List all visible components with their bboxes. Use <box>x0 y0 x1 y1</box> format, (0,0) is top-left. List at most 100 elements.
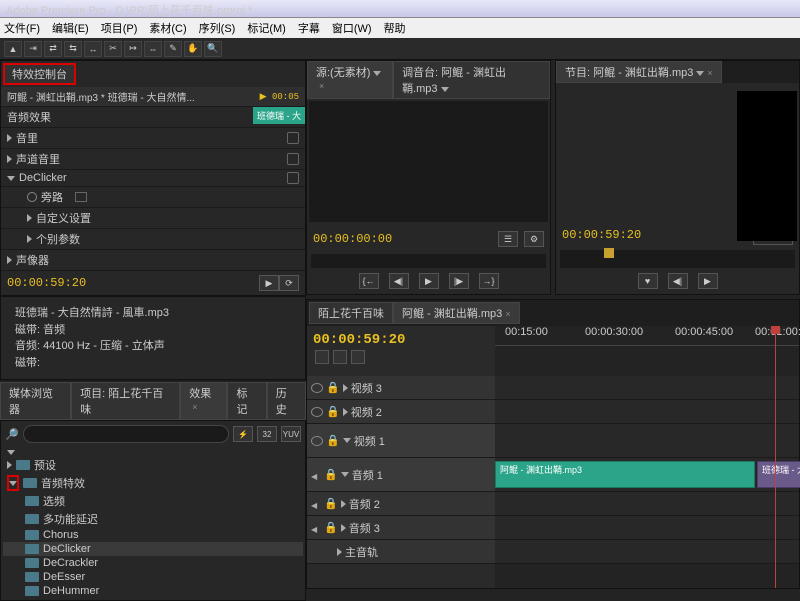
tab-effect-controls[interactable]: 特效控制台 <box>3 63 76 85</box>
expand-icon[interactable] <box>7 461 12 469</box>
hand-tool-icon[interactable]: ✋ <box>184 41 202 57</box>
reset-icon[interactable] <box>287 153 299 165</box>
tab-history[interactable]: 历史 <box>267 382 306 420</box>
marker-icon[interactable]: ♥ <box>638 273 658 289</box>
settings-icon[interactable]: ⚙ <box>524 231 544 247</box>
dropdown-icon[interactable] <box>696 71 704 76</box>
fx-custom-setup[interactable]: 自定义设置 <box>36 210 91 226</box>
track-a2[interactable]: 音频 2 <box>349 496 380 512</box>
fx-volume[interactable]: 音里 <box>16 130 38 146</box>
timeline-tracks[interactable]: 00:15:00 00:00:30:00 00:00:45:00 00:01:0… <box>495 326 799 588</box>
tab-audio-mixer[interactable]: 调音台: 阿鲲 - 渊虹出鞘.mp3 <box>393 61 550 99</box>
fx-panner[interactable]: 声像器 <box>16 252 49 268</box>
collapse-icon[interactable] <box>7 450 15 455</box>
zoom-tool-icon[interactable]: 🔍 <box>204 41 222 57</box>
slip-tool-icon[interactable]: ↦ <box>124 41 142 57</box>
expand-icon[interactable] <box>343 408 348 416</box>
fx-individual-params[interactable]: 个别参数 <box>36 231 80 247</box>
fx-declicker-item[interactable]: DeClicker <box>43 543 91 555</box>
fx-timecode[interactable]: 00:00:59:20 <box>7 276 86 290</box>
sequence-tab-1[interactable]: 陌上花千百味 <box>309 302 393 324</box>
fx-declicker[interactable]: DeClicker <box>19 172 67 184</box>
eye-icon[interactable] <box>311 407 323 417</box>
close-icon[interactable]: × <box>505 309 510 319</box>
eye-icon[interactable] <box>311 436 323 446</box>
track-v1[interactable]: 视频 1 <box>354 433 385 449</box>
expand-icon[interactable] <box>343 384 348 392</box>
program-timecode[interactable]: 00:00:59:20 <box>562 228 641 242</box>
eye-icon[interactable] <box>311 383 323 393</box>
menu-sequence[interactable]: 序列(S) <box>199 20 236 36</box>
track-select-tool-icon[interactable]: ⇥ <box>24 41 42 57</box>
fx-item[interactable]: 选频 <box>43 493 65 509</box>
dropdown-icon[interactable] <box>441 87 449 92</box>
timeline-ruler[interactable]: 00:15:00 00:00:30:00 00:00:45:00 00:01:0… <box>495 326 799 346</box>
track-v3[interactable]: 视频 3 <box>351 380 382 396</box>
close-icon[interactable]: × <box>192 402 197 412</box>
fx-filter-icon[interactable]: ⚡ <box>233 426 253 442</box>
tab-source[interactable]: 源:(无素材)× <box>307 61 393 99</box>
menu-marker[interactable]: 标记(M) <box>247 20 286 36</box>
ripple-edit-tool-icon[interactable]: ⇄ <box>44 41 62 57</box>
effects-search-input[interactable] <box>23 425 229 443</box>
fx-item[interactable]: 多功能延迟 <box>43 511 98 527</box>
collapse-icon[interactable] <box>7 176 15 181</box>
mark-in-icon[interactable]: {← <box>359 273 379 289</box>
collapse-icon[interactable] <box>343 438 351 443</box>
fx-channel-volume[interactable]: 声道音里 <box>16 151 60 167</box>
snap-icon[interactable] <box>315 350 329 364</box>
source-scrubber[interactable] <box>311 254 546 268</box>
fx-32-icon[interactable]: 32 <box>257 426 277 442</box>
menu-window[interactable]: 窗口(W) <box>332 20 372 36</box>
play-icon[interactable]: ▶ <box>259 275 279 291</box>
collapse-icon[interactable] <box>9 481 17 486</box>
preset-folder[interactable]: 预设 <box>34 457 56 473</box>
source-viewport[interactable] <box>309 101 548 222</box>
menu-help[interactable]: 帮助 <box>384 20 406 36</box>
audio-fx-folder[interactable]: 音频特效 <box>41 475 85 491</box>
fx-decrackler[interactable]: DeCrackler <box>43 557 98 569</box>
source-timecode[interactable]: 00:00:00:00 <box>313 232 392 246</box>
selection-tool-icon[interactable]: ▲ <box>4 41 22 57</box>
playhead[interactable] <box>775 326 776 588</box>
tab-project[interactable]: 项目: 陌上花千百味 <box>71 382 180 420</box>
play-icon[interactable]: ▶ <box>698 273 718 289</box>
marker-icon[interactable] <box>351 350 365 364</box>
fx-chorus[interactable]: Chorus <box>43 529 78 541</box>
rate-stretch-tool-icon[interactable]: ↔ <box>84 41 102 57</box>
expand-icon[interactable] <box>27 214 32 222</box>
menu-project[interactable]: 项目(P) <box>101 20 138 36</box>
expand-icon[interactable] <box>337 548 342 556</box>
lock-icon[interactable]: 🔒 <box>326 434 340 447</box>
sequence-tab-2[interactable]: 阿鲲 - 渊虹出鞘.mp3× <box>393 302 520 324</box>
slide-tool-icon[interactable]: ⇔ <box>144 41 162 57</box>
close-icon[interactable]: × <box>319 81 324 91</box>
menu-edit[interactable]: 编辑(E) <box>52 20 89 36</box>
lock-icon[interactable]: 🔒 <box>324 497 338 510</box>
track-a3[interactable]: 音频 3 <box>349 520 380 536</box>
loop-icon[interactable]: ⟳ <box>279 275 299 291</box>
expand-icon[interactable] <box>7 155 12 163</box>
speaker-icon[interactable] <box>311 470 321 480</box>
expand-icon[interactable] <box>7 256 12 264</box>
program-scrubber[interactable] <box>560 250 795 268</box>
step-back-icon[interactable]: ◀| <box>668 273 688 289</box>
menu-file[interactable]: 文件(F) <box>4 20 40 36</box>
step-fwd-icon[interactable]: |▶ <box>449 273 469 289</box>
expand-icon[interactable] <box>341 500 346 508</box>
list-icon[interactable]: ☰ <box>498 231 518 247</box>
dropdown-icon[interactable] <box>373 71 381 76</box>
program-viewport[interactable] <box>737 91 797 241</box>
mark-out-icon[interactable]: →} <box>479 273 499 289</box>
lock-icon[interactable]: 🔒 <box>326 381 340 394</box>
tab-markers[interactable]: 标记 <box>227 382 266 420</box>
fx-yuv-icon[interactable]: YUV <box>281 426 301 442</box>
close-icon[interactable]: × <box>707 68 712 78</box>
expand-icon[interactable] <box>7 134 12 142</box>
track-a1[interactable]: 音频 1 <box>352 467 383 483</box>
link-icon[interactable] <box>333 350 347 364</box>
menu-clip[interactable]: 素材(C) <box>149 20 186 36</box>
tab-program[interactable]: 节目: 阿鲲 - 渊虹出鞘.mp3× <box>556 61 722 83</box>
audio-clip-1[interactable]: 阿鲲 - 渊虹出鞘.mp3 <box>495 461 755 487</box>
audio-clip-2[interactable]: 班德瑞 - 大 <box>757 461 800 487</box>
